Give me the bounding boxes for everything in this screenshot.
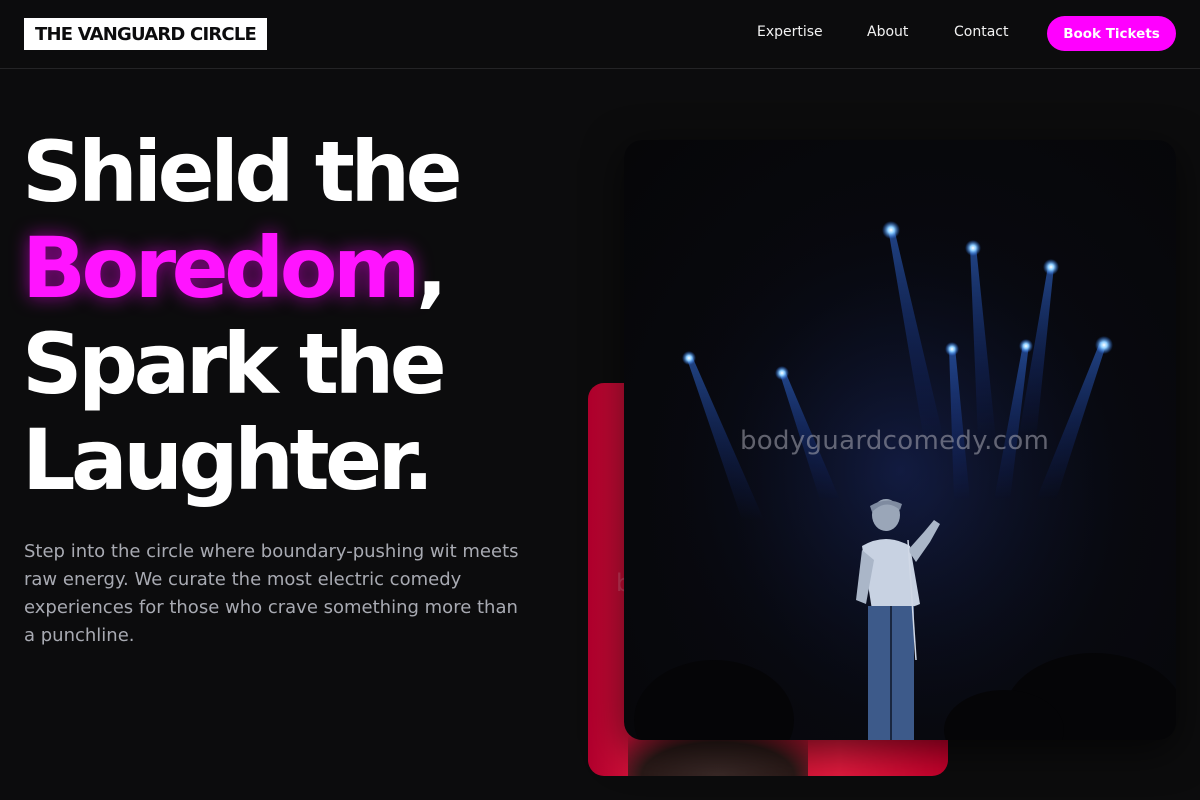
nav-link-about[interactable]: About (867, 24, 908, 40)
hero-headline: Shield the Boredom, Spark the Laughter. (22, 124, 582, 508)
headline-line-3: Spark the (22, 315, 447, 413)
book-tickets-button[interactable]: Book Tickets (1047, 16, 1176, 51)
nav-link-expertise[interactable]: Expertise (757, 24, 823, 40)
nav-link-contact[interactable]: Contact (954, 24, 1008, 40)
headline-accent-word: Boredom (22, 219, 421, 317)
site-logo[interactable]: THE VANGUARD CIRCLE (24, 18, 267, 50)
headline-comma: , (416, 219, 448, 317)
back-card-shadow (628, 736, 808, 776)
headline-line-2: Boredom, (22, 220, 582, 316)
watermark-text: bodyguardcomedy.com (740, 426, 1050, 456)
hero-description: Step into the circle where boundary-push… (24, 541, 519, 646)
headline-line-4: Laughter. (22, 411, 434, 509)
headline-line-1: Shield the (22, 123, 463, 221)
top-navbar: THE VANGUARD CIRCLE Expertise About Cont… (0, 0, 1200, 69)
